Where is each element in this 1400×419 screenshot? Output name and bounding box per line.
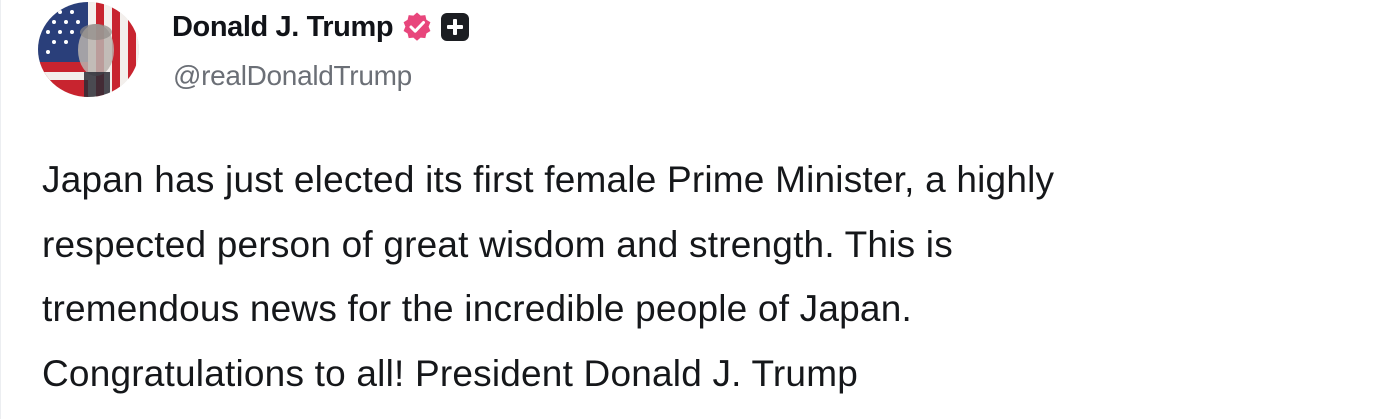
post-text-line: tremendous news for the incredible peopl…: [42, 288, 912, 329]
verified-badge-icon: [401, 11, 433, 43]
author-name-row: Donald J. Trump: [172, 6, 471, 48]
author-handle[interactable]: @realDonaldTrump: [173, 60, 412, 92]
post-text-line: Japan has just elected its first female …: [42, 159, 1055, 200]
post-text-line: respected person of great wisdom and str…: [42, 223, 953, 265]
avatar[interactable]: [38, 2, 139, 97]
post-text-line: Congratulations to all! President Donald…: [42, 352, 858, 394]
post-card: Donald J. Trump @realDonaldTrump Japan h…: [0, 0, 1400, 419]
author-display-name[interactable]: Donald J. Trump: [172, 11, 394, 44]
card-border: [0, 0, 1, 419]
post-text: Japan has just elected its first female …: [42, 148, 1372, 406]
plus-square-icon[interactable]: [439, 11, 471, 43]
